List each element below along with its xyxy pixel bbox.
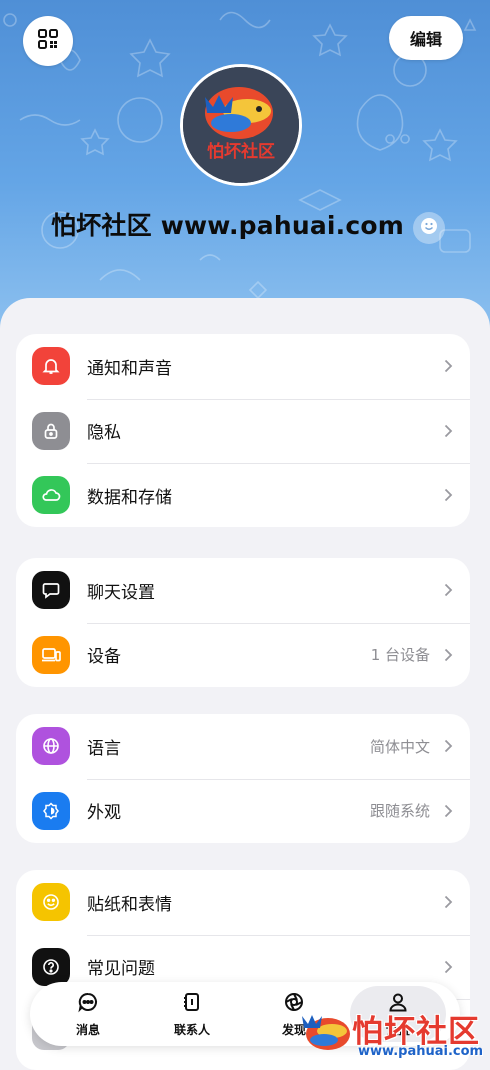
settings-row-label: 数据和存储 [87,487,172,508]
settings-row-label: 语言 [87,738,121,759]
cloud-icon [32,476,70,515]
settings-row-privacy[interactable]: 隐私 [16,398,470,464]
watermark: 怕坏社区 www.pahuai.com [296,1002,490,1062]
chevron-right-icon [442,738,454,754]
tab-label: 消息 [75,1022,100,1037]
message-icon [77,991,99,1017]
settings-row-label: 隐私 [87,423,121,444]
settings-row-appearance[interactable]: 外观 跟随系统 [16,778,470,844]
settings-row-notifications[interactable]: 通知和声音 [16,334,470,399]
settings-row-label: 贴纸和表情 [87,894,172,915]
profile-header: 编辑 怕坏社区 怕坏社区 www.pahuai.com [0,0,490,330]
settings-group-general: 通知和声音 隐私 数据和存储 [16,334,470,527]
chevron-right-icon [442,423,454,439]
emoji-status-button[interactable] [413,212,445,244]
lock-icon [32,411,70,450]
avatar-logo-graphic [183,67,299,183]
settings-row-language[interactable]: 语言 简体中文 [16,714,470,779]
watermark-url: www.pahuai.com [358,1044,484,1059]
chat-bubble-icon [32,571,70,610]
settings-group-chat: 聊天设置 设备 1 台设备 [16,558,470,687]
avatar-logo: 怕坏社区 [183,67,299,183]
tab-messages[interactable]: 消息 [44,982,132,1046]
settings-group-display: 语言 简体中文 外观 跟随系统 [16,714,470,843]
avatar[interactable]: 怕坏社区 [180,64,302,186]
globe-icon [32,727,70,766]
chevron-right-icon [442,647,454,663]
edit-profile-button[interactable]: 编辑 [389,16,463,60]
settings-sheet: 通知和声音 隐私 数据和存储 聊天设置 设备 1 台设备 语言 简体中文 外观 … [0,298,490,1070]
qr-code-button[interactable] [23,16,73,66]
appearance-value: 跟随系统 [369,802,430,821]
settings-row-label: 设备 [87,647,121,668]
chevron-right-icon [442,358,454,374]
devices-icon [32,635,70,674]
profile-name: 怕坏社区 www.pahuai.com [50,211,405,240]
settings-row-stickers[interactable]: 贴纸和表情 [16,870,470,935]
qr-code-icon [37,28,59,54]
question-icon [32,947,70,986]
settings-row-chat-settings[interactable]: 聊天设置 [16,558,470,623]
language-value: 简体中文 [369,737,430,756]
chevron-right-icon [442,582,454,598]
tab-contacts[interactable]: 联系人 [148,982,236,1046]
avatar-text: 怕坏社区 [207,142,275,162]
settings-row-devices[interactable]: 设备 1 台设备 [16,622,470,688]
settings-row-label: 通知和声音 [87,358,172,379]
smiley-icon [419,216,439,240]
settings-row-data-storage[interactable]: 数据和存储 [16,463,470,527]
chevron-right-icon [442,803,454,819]
appearance-icon [32,791,70,830]
chevron-right-icon [442,894,454,910]
chevron-right-icon [442,487,454,503]
contacts-icon [181,991,203,1017]
devices-count-value: 1 台设备 [370,646,430,665]
sticker-smiley-icon [32,883,70,922]
settings-row-label: 常见问题 [87,959,155,980]
settings-row-label: 聊天设置 [87,582,155,603]
chevron-right-icon [442,959,454,975]
bell-icon [32,347,70,386]
settings-row-label: 外观 [87,803,121,824]
tab-label: 联系人 [173,1022,210,1037]
watermark-fish-logo [302,1015,350,1050]
